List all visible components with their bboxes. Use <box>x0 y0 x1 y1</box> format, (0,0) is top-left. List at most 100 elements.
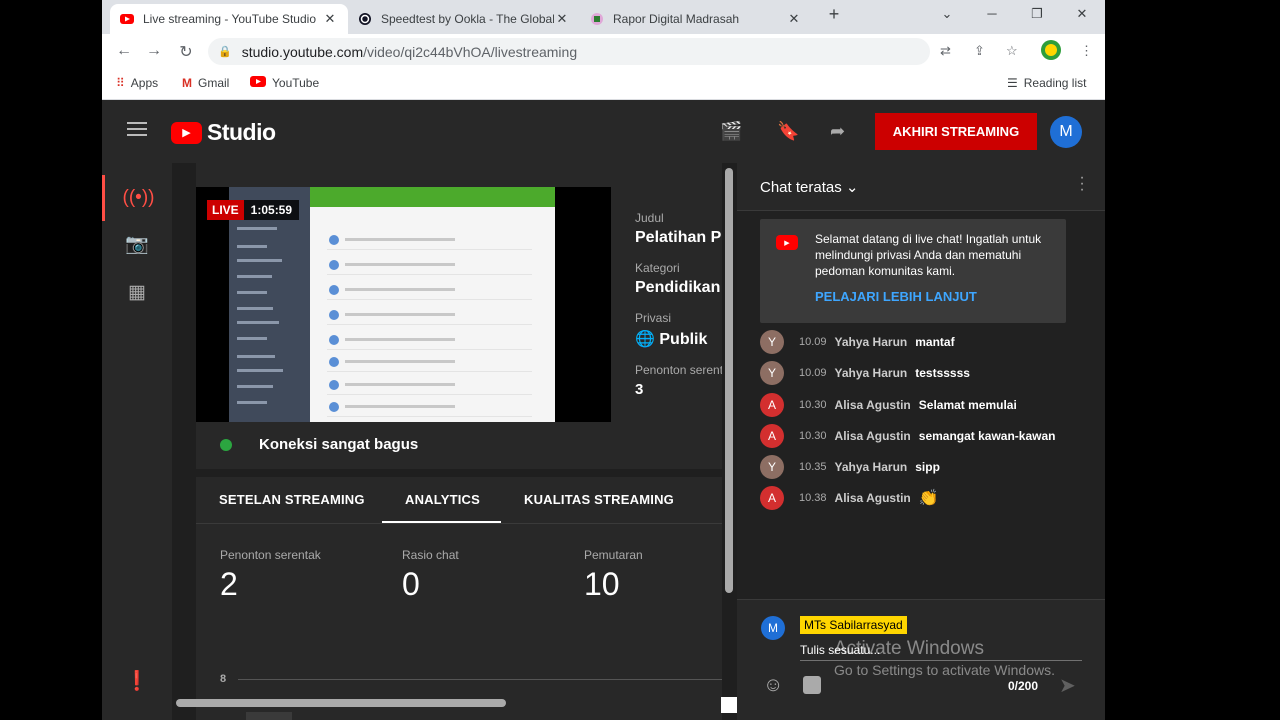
metric-chat-rate: Rasio chat 0 <box>402 548 459 603</box>
share-arrow-icon[interactable]: ➦ <box>830 121 845 142</box>
close-tab-icon[interactable]: ✕ <box>554 11 570 27</box>
chat-time: 10.30 <box>799 399 827 411</box>
bookmark-star-icon[interactable]: ☆ <box>1006 43 1018 59</box>
translate-icon[interactable]: ⇄ <box>940 43 951 59</box>
gmail-icon: M <box>182 76 192 90</box>
shared-screen-image <box>229 187 555 422</box>
chat-time: 10.09 <box>799 336 827 348</box>
chat-time: 10.30 <box>799 430 827 442</box>
browser-window: Live streaming - YouTube Studio ✕ Speedt… <box>102 0 1105 720</box>
analytics-panel: SETELAN STREAMING ANALYTICS KUALITAS STR… <box>196 477 722 720</box>
bottom-edge-element <box>246 712 292 720</box>
shared-screen-topbar <box>310 187 555 207</box>
reading-list-label: Reading list <box>1023 76 1087 90</box>
tab-speedtest[interactable]: Speedtest by Ookla - The Global ✕ <box>348 4 580 34</box>
restore-icon[interactable]: ❐ <box>1026 6 1048 22</box>
bookmark-label: Apps <box>130 76 159 90</box>
shared-screen-sidebar <box>229 187 310 422</box>
chat-author: Alisa Agustin <box>834 491 911 505</box>
close-window-icon[interactable]: ✕ <box>1071 6 1093 22</box>
studio-header: ▶ Studio 🎬 🔖 ➦ AKHIRI STREAMING M <box>102 100 1105 163</box>
send-icon[interactable]: ➤ <box>1059 673 1076 698</box>
chat-more-icon[interactable]: · · · <box>1079 170 1085 198</box>
chart-axis-line <box>238 679 722 680</box>
forward-icon[interactable]: → <box>144 42 164 60</box>
chat-author: Alisa Agustin <box>834 429 911 443</box>
chat-text: semangat kawan-kawan <box>918 429 1056 443</box>
metric-value: 2 <box>220 566 238 602</box>
youtube-icon <box>250 76 266 90</box>
share-icon[interactable]: ⇪ <box>974 43 985 59</box>
tab-search-icon[interactable]: ⌄ <box>936 6 958 22</box>
url-bar[interactable]: 🔒 studio.youtube.com/video/qi2c44bVhOA/l… <box>208 38 930 65</box>
bookmark-gmail[interactable]: M Gmail <box>182 76 229 90</box>
tab-title: Speedtest by Ookla - The Global <box>381 12 554 26</box>
reload-icon[interactable]: ↻ <box>176 42 196 62</box>
chat-avatar: A <box>760 424 784 448</box>
viewers-value: 3 <box>635 381 644 398</box>
back-icon[interactable]: ← <box>114 42 134 60</box>
chat-avatar: A <box>760 393 784 417</box>
connection-dot-icon <box>220 438 232 451</box>
profile-avatar-icon[interactable] <box>1040 39 1062 64</box>
reading-list-button[interactable]: ☰ Reading list <box>1007 76 1086 90</box>
browser-menu-icon[interactable]: ⋮ <box>1080 43 1093 59</box>
calendar-icon[interactable]: ▦ <box>102 269 172 315</box>
chat-message[interactable]: Y 10.35 Yahya Harun sipp <box>760 455 940 479</box>
chat-avatar: Y <box>760 330 784 354</box>
close-tab-icon[interactable]: ✕ <box>322 11 338 27</box>
horizontal-scrollbar[interactable] <box>176 699 506 707</box>
connection-text: Koneksi sangat bagus <box>259 436 419 453</box>
camera-icon[interactable]: 📷 <box>102 221 172 267</box>
feedback-icon[interactable]: ❗ <box>102 658 172 704</box>
emoji-icon[interactable]: ☺ <box>763 674 783 697</box>
chat-time: 10.35 <box>799 461 827 473</box>
clapperboard-icon[interactable]: 🎬 <box>720 121 742 142</box>
tab-youtube-studio[interactable]: Live streaming - YouTube Studio ✕ <box>110 4 348 34</box>
account-avatar[interactable]: M <box>1050 116 1082 148</box>
minimize-icon[interactable]: ─ <box>981 6 1003 21</box>
super-chat-icon[interactable] <box>803 676 821 694</box>
chat-time: 10.38 <box>799 492 827 504</box>
chat-message[interactable]: Y 10.09 Yahya Harun testsssss <box>760 361 970 385</box>
scroll-corner <box>721 697 737 713</box>
stream-preview-card: LIVE 1:05:59 Judul Pelatihan P Kategori … <box>196 163 722 469</box>
learn-more-link[interactable]: PELAJARI LEBIH LANJUT <box>815 289 977 304</box>
chat-time: 10.09 <box>799 367 827 379</box>
chat-message[interactable]: A 10.30 Alisa Agustin Selamat memulai <box>760 393 1017 417</box>
studio-logo[interactable]: ▶ Studio <box>171 119 276 146</box>
live-chat: Chat teratas ⌄ · · · ▶ Selamat datang di l… <box>737 163 1105 720</box>
bookmark-icon[interactable]: 🔖 <box>777 121 799 142</box>
chat-message[interactable]: Y 10.09 Yahya Harun mantaf <box>760 330 955 354</box>
bookmark-label: Gmail <box>198 76 230 90</box>
chat-mode-dropdown[interactable]: Chat teratas ⌄ <box>760 178 858 196</box>
end-stream-button[interactable]: AKHIRI STREAMING <box>875 113 1037 150</box>
metric-plays: Pemutaran 10 <box>584 548 643 603</box>
chat-text: Selamat memulai <box>918 398 1017 412</box>
stream-icon[interactable]: ((•)) <box>102 175 172 221</box>
tab-title: Rapor Digital Madrasah <box>613 12 740 26</box>
tab-analytics[interactable]: ANALYTICS <box>405 492 480 507</box>
bookmark-youtube[interactable]: YouTube <box>250 76 319 90</box>
tab-rapor-digital[interactable]: Rapor Digital Madrasah ✕ <box>580 4 812 34</box>
panel-tabs: SETELAN STREAMING ANALYTICS KUALITAS STR… <box>196 477 722 524</box>
url-host: studio.youtube.com <box>241 43 364 60</box>
chat-welcome-banner: ▶ Selamat datang di live chat! Ingatlah … <box>760 219 1066 323</box>
active-tab-indicator <box>382 521 501 523</box>
video-preview[interactable]: LIVE 1:05:59 <box>196 187 611 422</box>
metric-label: Pemutaran <box>584 548 643 562</box>
new-tab-button[interactable]: + <box>823 4 845 25</box>
close-tab-icon[interactable]: ✕ <box>786 11 802 27</box>
hamburger-menu-icon[interactable] <box>127 122 147 140</box>
youtube-logo-icon: ▶ <box>776 235 798 250</box>
chat-message[interactable]: A 10.38 Alisa Agustin 👏 <box>760 486 939 510</box>
title-label: Judul <box>635 211 664 225</box>
metric-value: 10 <box>584 566 620 602</box>
vertical-scrollbar[interactable] <box>725 168 733 593</box>
privacy-value: 🌐 Publik <box>635 329 722 349</box>
tab-stream-settings[interactable]: SETELAN STREAMING <box>219 492 365 507</box>
tab-stream-quality[interactable]: KUALITAS STREAMING <box>524 492 674 507</box>
chat-message[interactable]: A 10.30 Alisa Agustin semangat kawan-kaw… <box>760 424 1056 448</box>
bookmark-apps[interactable]: ⠿ Apps <box>116 76 158 90</box>
category-label: Kategori <box>635 261 680 275</box>
